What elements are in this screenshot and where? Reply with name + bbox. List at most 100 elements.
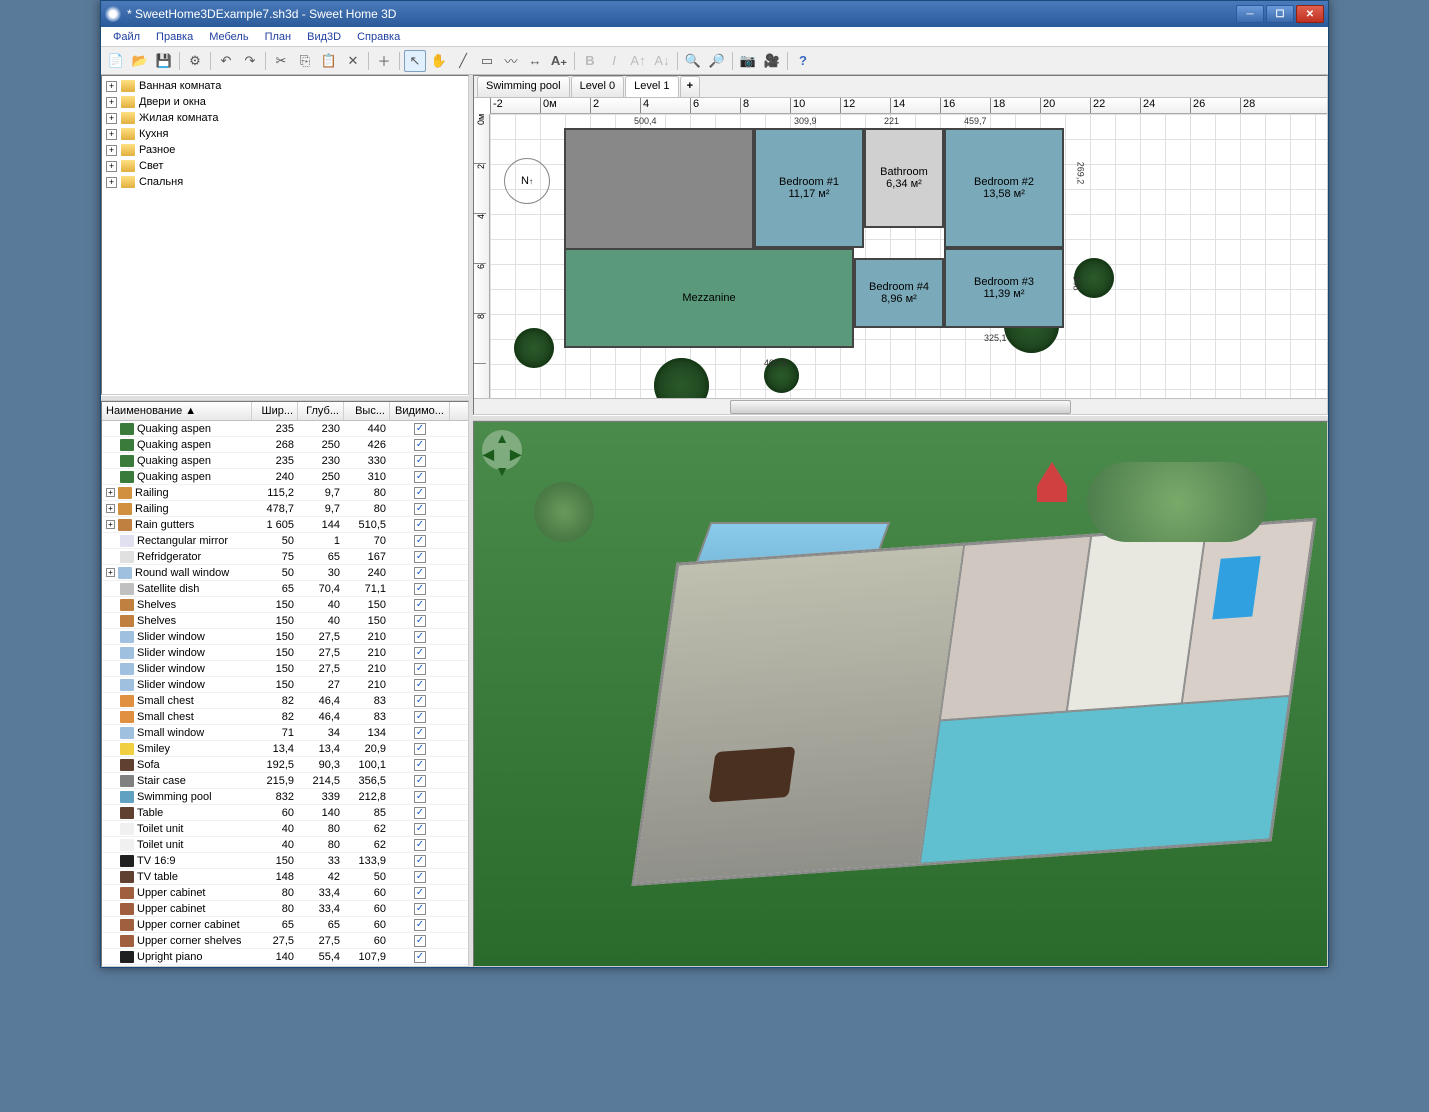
help-icon[interactable]: ? [792, 50, 814, 72]
table-row[interactable]: Slider window15027,5210✓ [102, 629, 468, 645]
table-row[interactable]: Table6014085✓ [102, 805, 468, 821]
table-row[interactable]: +Railing478,79,780✓ [102, 501, 468, 517]
room-bedroom4[interactable]: Bedroom #4 8,96 м² [854, 258, 944, 328]
pan-tool-icon[interactable]: ✋ [428, 50, 450, 72]
add-furniture-icon[interactable]: ＋ [373, 50, 395, 72]
new-icon[interactable]: 📄 [105, 50, 127, 72]
expand-icon[interactable]: + [106, 81, 117, 92]
menu-help[interactable]: Справка [349, 29, 408, 45]
catalog-category[interactable]: +Разное [104, 142, 466, 158]
minimize-button[interactable]: ─ [1236, 5, 1264, 23]
table-row[interactable]: Slider window15027,5210✓ [102, 645, 468, 661]
text-tool-icon[interactable]: A₊ [548, 50, 570, 72]
col-header-depth[interactable]: Глуб... [298, 402, 344, 420]
visibility-checkbox[interactable]: ✓ [414, 663, 426, 675]
expand-icon[interactable]: + [106, 113, 117, 124]
visibility-checkbox[interactable]: ✓ [414, 503, 426, 515]
expand-icon[interactable]: + [106, 520, 115, 529]
tab-level-0[interactable]: Level 0 [571, 76, 624, 97]
visibility-checkbox[interactable]: ✓ [414, 439, 426, 451]
visibility-checkbox[interactable]: ✓ [414, 567, 426, 579]
col-header-name[interactable]: Наименование ▲ [102, 402, 252, 420]
visibility-checkbox[interactable]: ✓ [414, 887, 426, 899]
table-row[interactable]: Satellite dish6570,471,1✓ [102, 581, 468, 597]
tab-level-1[interactable]: Level 1 [625, 76, 678, 97]
table-row[interactable]: +Round wall window5030240✓ [102, 565, 468, 581]
menu-furniture[interactable]: Мебель [201, 29, 256, 45]
tab-swimming-pool[interactable]: Swimming pool [477, 76, 570, 97]
video-icon[interactable]: 🎥 [761, 50, 783, 72]
nav-up-icon[interactable]: ▲ [495, 430, 509, 446]
table-row[interactable]: Smiley13,413,420,9✓ [102, 741, 468, 757]
save-icon[interactable]: 💾 [153, 50, 175, 72]
table-row[interactable]: Upper corner cabinet656560✓ [102, 917, 468, 933]
table-row[interactable]: Upright piano14055,4107,9✓ [102, 949, 468, 965]
visibility-checkbox[interactable]: ✓ [414, 919, 426, 931]
text-bold-icon[interactable]: B [579, 50, 601, 72]
zoom-out-icon[interactable]: 🔎 [706, 50, 728, 72]
visibility-checkbox[interactable]: ✓ [414, 775, 426, 787]
catalog-category[interactable]: +Двери и окна [104, 94, 466, 110]
room-tool-icon[interactable]: ▭ [476, 50, 498, 72]
visibility-checkbox[interactable]: ✓ [414, 551, 426, 563]
catalog-category[interactable]: +Спальня [104, 174, 466, 190]
expand-icon[interactable]: + [106, 568, 115, 577]
catalog-category[interactable]: +Ванная комната [104, 78, 466, 94]
nav-left-icon[interactable]: ◀ [483, 446, 494, 463]
text-italic-icon[interactable]: I [603, 50, 625, 72]
table-row[interactable]: Quaking aspen235230440✓ [102, 421, 468, 437]
expand-icon[interactable]: + [106, 504, 115, 513]
expand-icon[interactable]: + [106, 488, 115, 497]
visibility-checkbox[interactable]: ✓ [414, 807, 426, 819]
visibility-checkbox[interactable]: ✓ [414, 743, 426, 755]
select-tool-icon[interactable]: ↖ [404, 50, 426, 72]
nav-down-icon[interactable]: ▼ [495, 463, 509, 479]
visibility-checkbox[interactable]: ✓ [414, 903, 426, 915]
dimension-tool-icon[interactable]: ↔ [524, 50, 546, 72]
table-row[interactable]: TV table1484250✓ [102, 869, 468, 885]
table-row[interactable]: +Rain gutters1 605144510,5✓ [102, 517, 468, 533]
visibility-checkbox[interactable]: ✓ [414, 615, 426, 627]
paste-icon[interactable]: 📋 [318, 50, 340, 72]
close-button[interactable]: ✕ [1296, 5, 1324, 23]
room-bathroom[interactable]: Bathroom 6,34 м² [864, 128, 944, 228]
expand-icon[interactable]: + [106, 129, 117, 140]
visibility-checkbox[interactable]: ✓ [414, 455, 426, 467]
visibility-checkbox[interactable]: ✓ [414, 631, 426, 643]
expand-icon[interactable]: + [106, 145, 117, 156]
table-row[interactable]: TV 16:915033133,9✓ [102, 853, 468, 869]
plan-scrollbar-horizontal[interactable] [474, 398, 1327, 414]
visibility-checkbox[interactable]: ✓ [414, 471, 426, 483]
visibility-checkbox[interactable]: ✓ [414, 935, 426, 947]
expand-icon[interactable]: + [106, 97, 117, 108]
maximize-button[interactable]: ☐ [1266, 5, 1294, 23]
table-row[interactable]: Slider window15027,5210✓ [102, 661, 468, 677]
3d-view[interactable]: ▲ ◀▶ ▼ [473, 421, 1328, 967]
table-row[interactable]: Refridgerator7565167✓ [102, 549, 468, 565]
table-row[interactable]: Slider window15027210✓ [102, 677, 468, 693]
menu-edit[interactable]: Правка [148, 29, 201, 45]
room-bedroom1[interactable]: Bedroom #1 11,17 м² [754, 128, 864, 248]
menu-file[interactable]: Файл [105, 29, 148, 45]
table-row[interactable]: +Railing115,29,780✓ [102, 485, 468, 501]
3d-navigation[interactable]: ▲ ◀▶ ▼ [482, 430, 522, 470]
table-row[interactable]: Small chest8246,483✓ [102, 709, 468, 725]
visibility-checkbox[interactable]: ✓ [414, 679, 426, 691]
table-row[interactable]: Stair case215,9214,5356,5✓ [102, 773, 468, 789]
table-row[interactable]: Quaking aspen240250310✓ [102, 469, 468, 485]
redo-icon[interactable]: ↷ [239, 50, 261, 72]
expand-icon[interactable]: + [106, 161, 117, 172]
catalog-tree[interactable]: +Ванная комната+Двери и окна+Жилая комна… [101, 75, 469, 395]
visibility-checkbox[interactable]: ✓ [414, 711, 426, 723]
table-row[interactable]: Upper cabinet8033,460✓ [102, 901, 468, 917]
col-header-visible[interactable]: Видимо... [390, 402, 450, 420]
visibility-checkbox[interactable]: ✓ [414, 871, 426, 883]
visibility-checkbox[interactable]: ✓ [414, 599, 426, 611]
tab-add[interactable]: + [680, 76, 700, 97]
table-row[interactable]: Quaking aspen235230330✓ [102, 453, 468, 469]
table-row[interactable]: Wall uplight241226✓ [102, 965, 468, 966]
settings-icon[interactable]: ⚙ [184, 50, 206, 72]
room-bedroom2[interactable]: Bedroom #2 13,58 м² [944, 128, 1064, 248]
catalog-category[interactable]: +Свет [104, 158, 466, 174]
open-icon[interactable]: 📂 [129, 50, 151, 72]
